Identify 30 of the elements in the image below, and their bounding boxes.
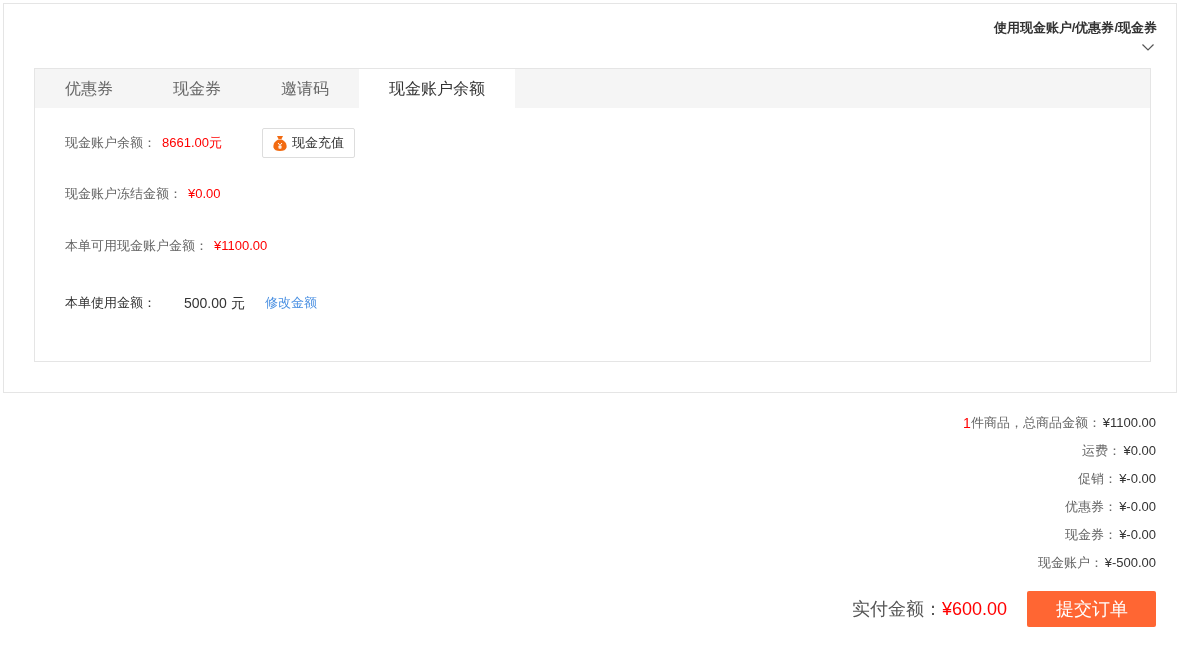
recharge-button[interactable]: 现金充值 [262,128,355,158]
summary-label: 促销： [1078,470,1118,489]
summary-label: 现金账户： [1037,554,1103,573]
summary-value: ¥-0.00 [1119,526,1156,545]
summary-label: 优惠券： [1065,498,1118,517]
available-amount-label: 本单可用现金账户金额： [65,237,208,256]
summary-value: ¥1100.00 [1102,414,1156,433]
summary-value: ¥-500.00 [1104,554,1156,573]
balance-label: 现金账户余额： [65,134,156,153]
available-amount-value: ¥1100.00 [214,237,268,256]
item-count: 1 [962,413,971,433]
summary-label: 运费： [1082,442,1122,461]
chevron-down-icon[interactable] [1142,43,1154,51]
money-bag-icon [273,135,287,151]
total-label: 实付金额： [851,597,942,621]
tab[interactable]: 现金账户余额 [359,69,515,108]
use-amount-label: 本单使用金额： [65,294,156,313]
summary-label: 现金券： [1065,526,1118,545]
edit-amount-link[interactable]: 修改金额 [264,293,317,313]
submit-order-button[interactable]: 提交订单 [1027,591,1156,627]
frozen-amount-value: ¥0.00 [188,185,221,204]
use-amount-value: 500.00 元 [184,293,245,313]
summary-label: 件商品，总商品金额： [970,414,1101,433]
frozen-amount-label: 现金账户冻结金额： [65,185,182,204]
coupon-panel-title[interactable]: 使用现金账户/优惠券/现金券 [993,18,1157,38]
summary-value: ¥-0.00 [1119,498,1156,517]
summary-value: ¥-0.00 [1119,470,1156,489]
summary-value: ¥0.00 [1123,442,1156,461]
total-value: ¥600.00 [941,597,1007,621]
balance-value: 8661.00元 [162,134,222,153]
